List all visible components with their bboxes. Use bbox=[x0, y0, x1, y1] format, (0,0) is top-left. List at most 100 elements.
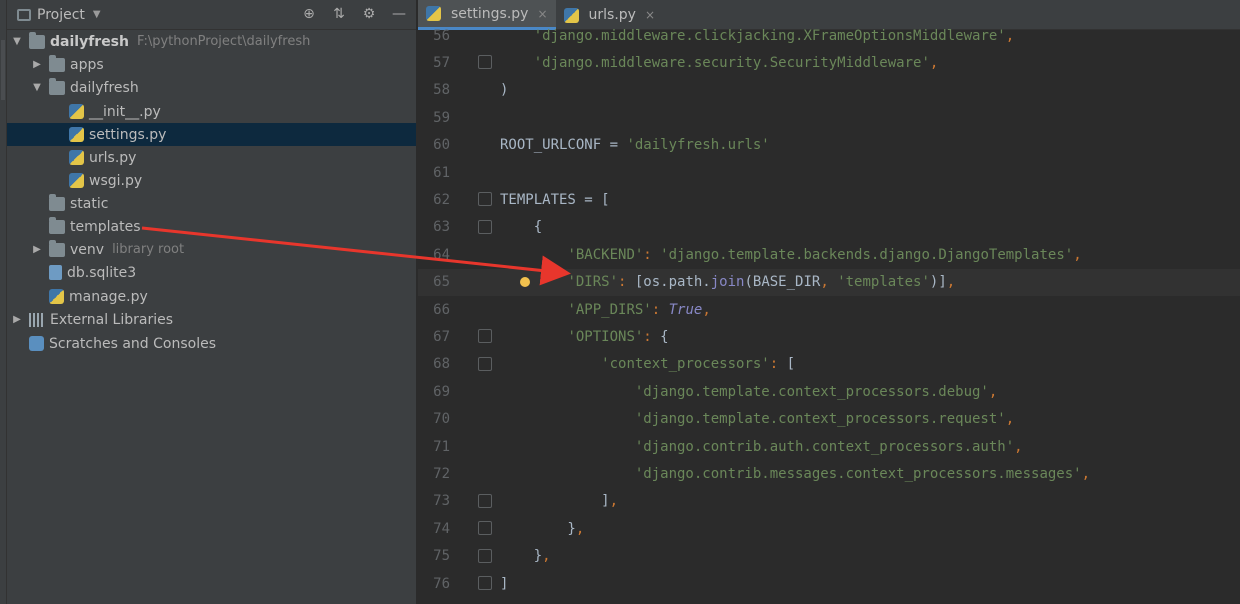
code-line[interactable]: 56 'django.middleware.clickjacking.XFram… bbox=[418, 22, 1240, 49]
gutter[interactable] bbox=[450, 433, 500, 460]
fold-marker-icon[interactable] bbox=[478, 576, 492, 590]
gutter[interactable] bbox=[450, 351, 500, 378]
line-number[interactable]: 67 bbox=[418, 329, 450, 345]
code-line[interactable]: 77 bbox=[418, 597, 1240, 604]
gutter[interactable] bbox=[450, 186, 500, 213]
tree-item[interactable]: ▶ External Libraries bbox=[7, 308, 416, 331]
code-line[interactable]: 75 }, bbox=[418, 543, 1240, 570]
tree-item[interactable]: ▶ apps bbox=[7, 53, 416, 76]
code-line[interactable]: 61 bbox=[418, 159, 1240, 186]
expanded-arrow-icon[interactable]: ▼ bbox=[11, 36, 23, 47]
gutter[interactable] bbox=[450, 570, 500, 597]
code-line[interactable]: 64 'BACKEND': 'django.template.backends.… bbox=[418, 241, 1240, 268]
code-editor[interactable]: 56 'django.middleware.clickjacking.XFram… bbox=[418, 28, 1240, 604]
tree-item[interactable]: settings.py bbox=[7, 123, 416, 146]
gutter[interactable] bbox=[450, 406, 500, 433]
collapsed-arrow-icon[interactable]: ▶ bbox=[31, 59, 43, 70]
gutter[interactable] bbox=[450, 515, 500, 542]
code-line[interactable]: 65 'DIRS': [os.path.join(BASE_DIR, 'temp… bbox=[418, 268, 1240, 296]
tree-item[interactable]: static bbox=[7, 192, 416, 215]
intention-bulb-icon[interactable] bbox=[520, 276, 530, 287]
tree-item[interactable]: __init__.py bbox=[7, 100, 416, 123]
tree-item[interactable]: ▶ venv library root bbox=[7, 238, 416, 261]
expanded-arrow-icon[interactable]: ▼ bbox=[31, 82, 43, 93]
line-number[interactable]: 64 bbox=[418, 247, 450, 263]
gutter[interactable] bbox=[450, 104, 500, 131]
line-number[interactable]: 65 bbox=[418, 274, 450, 290]
code-line[interactable]: 62 TEMPLATES = [ bbox=[418, 186, 1240, 213]
line-number[interactable]: 61 bbox=[418, 165, 450, 181]
line-number[interactable]: 59 bbox=[418, 110, 450, 126]
code-line[interactable]: 57 'django.middleware.security.SecurityM… bbox=[418, 49, 1240, 76]
fold-marker-icon[interactable] bbox=[478, 55, 492, 70]
code-line[interactable]: 69 'django.template.context_processors.d… bbox=[418, 378, 1240, 405]
project-panel-title[interactable]: Project bbox=[37, 7, 85, 23]
fold-marker-icon[interactable] bbox=[478, 521, 492, 536]
line-number[interactable]: 69 bbox=[418, 384, 450, 400]
gutter[interactable] bbox=[450, 597, 500, 604]
fold-marker-icon[interactable] bbox=[478, 356, 492, 371]
code-line[interactable]: 70 'django.template.context_processors.r… bbox=[418, 406, 1240, 433]
fold-marker-icon[interactable] bbox=[478, 548, 492, 563]
gutter[interactable] bbox=[450, 323, 500, 350]
collapsed-arrow-icon[interactable]: ▶ bbox=[31, 244, 43, 255]
gutter[interactable] bbox=[450, 488, 500, 515]
code-line[interactable]: 58) bbox=[418, 77, 1240, 104]
tree-item[interactable]: urls.py bbox=[7, 146, 416, 169]
gutter[interactable] bbox=[450, 159, 500, 186]
gutter[interactable] bbox=[450, 132, 500, 159]
gutter[interactable] bbox=[450, 22, 500, 49]
tree-item[interactable]: Scratches and Consoles bbox=[7, 332, 416, 355]
close-icon[interactable]: × bbox=[537, 7, 547, 21]
line-number[interactable]: 75 bbox=[418, 548, 450, 564]
gutter[interactable] bbox=[450, 296, 500, 323]
code-line[interactable]: 68 'context_processors': [ bbox=[418, 351, 1240, 378]
globe-icon[interactable]: ⊕ bbox=[300, 5, 318, 23]
tree-item[interactable]: templates bbox=[7, 215, 416, 238]
line-number[interactable]: 76 bbox=[418, 576, 450, 592]
code-line[interactable]: 66 'APP_DIRS': True, bbox=[418, 296, 1240, 323]
tree-item[interactable]: wsgi.py bbox=[7, 169, 416, 192]
fold-marker-icon[interactable] bbox=[478, 192, 492, 207]
collapsed-arrow-icon[interactable]: ▶ bbox=[11, 314, 23, 325]
line-number[interactable]: 58 bbox=[418, 82, 450, 98]
code-line[interactable]: 71 'django.contrib.auth.context_processo… bbox=[418, 433, 1240, 460]
line-number[interactable]: 74 bbox=[418, 521, 450, 537]
tree-item[interactable]: ▼ dailyfresh bbox=[7, 76, 416, 99]
gutter[interactable] bbox=[450, 241, 500, 268]
line-number[interactable]: 62 bbox=[418, 192, 450, 208]
line-number[interactable]: 71 bbox=[418, 439, 450, 455]
code-line[interactable]: 60 ROOT_URLCONF = 'dailyfresh.urls' bbox=[418, 132, 1240, 159]
gutter[interactable] bbox=[450, 77, 500, 104]
fold-marker-icon[interactable] bbox=[478, 329, 492, 344]
code-line[interactable]: 73 ], bbox=[418, 488, 1240, 515]
fold-marker-icon[interactable] bbox=[478, 493, 492, 508]
code-line[interactable]: 74 }, bbox=[418, 515, 1240, 542]
code-line[interactable]: 59 bbox=[418, 104, 1240, 131]
line-number[interactable]: 73 bbox=[418, 493, 450, 509]
tree-item[interactable]: db.sqlite3 bbox=[7, 261, 416, 284]
code-line[interactable]: 76] bbox=[418, 570, 1240, 597]
line-number[interactable]: 56 bbox=[418, 28, 450, 44]
line-number[interactable]: 68 bbox=[418, 356, 450, 372]
line-number[interactable]: 66 bbox=[418, 302, 450, 318]
gutter[interactable] bbox=[450, 269, 500, 296]
code-line[interactable]: 63 { bbox=[418, 214, 1240, 241]
project-tool-tab[interactable] bbox=[1, 40, 5, 100]
code-line[interactable]: 72 'django.contrib.messages.context_proc… bbox=[418, 460, 1240, 487]
close-icon[interactable]: × bbox=[645, 8, 655, 22]
gutter[interactable] bbox=[450, 49, 500, 76]
left-tool-stripe[interactable] bbox=[0, 0, 7, 604]
line-number[interactable]: 72 bbox=[418, 466, 450, 482]
line-number[interactable]: 70 bbox=[418, 411, 450, 427]
code-line[interactable]: 67 'OPTIONS': { bbox=[418, 323, 1240, 350]
chevron-down-icon[interactable]: ▼ bbox=[93, 9, 101, 20]
tree-item[interactable]: manage.py bbox=[7, 285, 416, 308]
gutter[interactable] bbox=[450, 460, 500, 487]
tree-item[interactable]: ▼ dailyfresh F:\pythonProject\dailyfresh bbox=[7, 30, 416, 53]
gutter[interactable] bbox=[450, 543, 500, 570]
gutter[interactable] bbox=[450, 214, 500, 241]
line-number[interactable]: 63 bbox=[418, 219, 450, 235]
line-number[interactable]: 60 bbox=[418, 137, 450, 153]
fold-marker-icon[interactable] bbox=[478, 219, 492, 234]
